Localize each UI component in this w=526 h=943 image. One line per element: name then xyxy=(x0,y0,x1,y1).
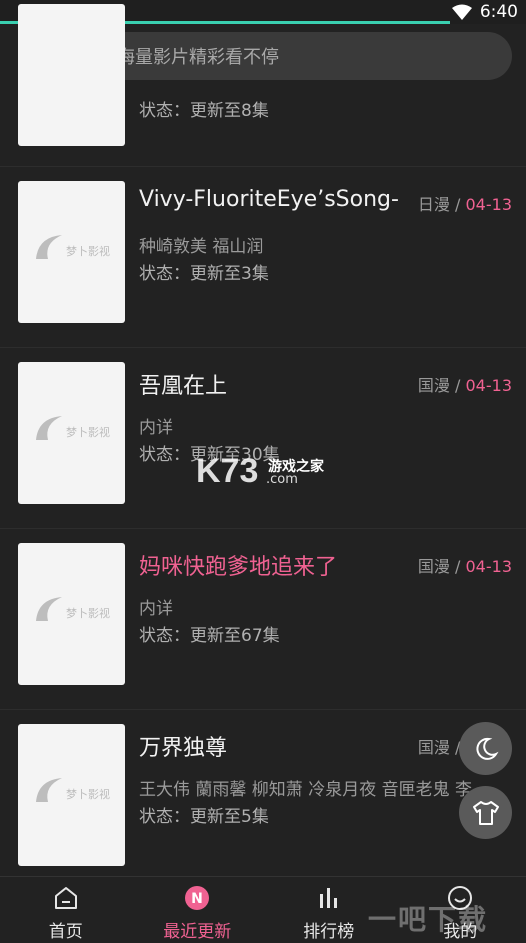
download-watermark: 一吧下载 xyxy=(368,898,488,938)
search-placeholder: 海量影片精彩看不停 xyxy=(117,43,279,69)
poster-image: 梦卜影视 xyxy=(18,362,125,504)
ranking-icon xyxy=(316,885,342,911)
item-cast: 内详 xyxy=(139,594,173,619)
wifi-icon xyxy=(452,4,472,20)
svg-text:梦卜影视: 梦卜影视 xyxy=(66,787,110,801)
status-icons: 6:40 xyxy=(452,2,518,22)
item-title[interactable]: Vivy-FluoriteEye’sSong- xyxy=(139,187,399,212)
new-badge-icon: N xyxy=(184,885,210,911)
night-mode-button[interactable] xyxy=(459,722,512,775)
nav-recent-updates[interactable]: N 最近更新 xyxy=(132,877,264,943)
item-status: 状态：更新至5集 xyxy=(139,802,269,827)
poster-image: 梦卜影视 xyxy=(18,181,125,323)
list-item[interactable]: 梦卜影视 妈咪快跑爹地追来了 国漫 / 04-13 内详 状态：更新至67集 xyxy=(0,529,526,710)
item-meta: 国漫 / 04-13 xyxy=(418,372,512,396)
poster-image: 梦卜影视 xyxy=(18,543,125,685)
list-item[interactable]: 梦卜影视 万界独尊 国漫 / 04-13 王大伟 蘭雨馨 柳知萧 冷泉月夜 音匣… xyxy=(0,710,526,891)
thumb-logo-icon: 梦卜影视 xyxy=(32,229,112,269)
svg-text:梦卜影视: 梦卜影视 xyxy=(66,244,110,258)
home-icon xyxy=(53,885,79,911)
shirt-icon xyxy=(472,800,500,826)
thumb-logo-icon: 梦卜影视 xyxy=(32,772,112,812)
item-title[interactable]: 万界独尊 xyxy=(139,730,227,762)
item-status: 状态：更新至67集 xyxy=(139,621,280,646)
item-status: 状态：更新至8集 xyxy=(139,96,269,121)
item-title[interactable]: 吾凰在上 xyxy=(139,368,227,400)
list-item[interactable]: 状态：更新至8集 xyxy=(0,90,526,167)
thumb-logo-icon: 梦卜影视 xyxy=(32,591,112,631)
svg-text:梦卜影视: 梦卜影视 xyxy=(66,606,110,620)
search-input[interactable]: 海量影片精彩看不停 xyxy=(65,32,512,80)
nav-home[interactable]: 首页 xyxy=(0,877,132,943)
status-time: 6:40 xyxy=(480,2,518,22)
moon-icon xyxy=(473,736,499,762)
poster-image xyxy=(18,4,125,146)
nav-label: 首页 xyxy=(49,917,83,942)
item-status: 状态：更新至3集 xyxy=(139,259,269,284)
item-title[interactable]: 妈咪快跑爹地追来了 xyxy=(139,549,337,581)
list-item[interactable]: 梦卜影视 吾凰在上 国漫 / 04-13 内详 状态：更新至30集 xyxy=(0,348,526,529)
update-list: 状态：更新至8集 梦卜影视 Vivy-FluoriteEye’sSong- 日漫… xyxy=(0,90,526,891)
k73-watermark: K73 xyxy=(196,452,258,491)
item-cast: 种崎敦美 福山润 xyxy=(139,232,263,257)
svg-text:N: N xyxy=(191,891,203,907)
svg-text:梦卜影视: 梦卜影视 xyxy=(66,425,110,439)
thumb-logo-icon: 梦卜影视 xyxy=(32,410,112,450)
poster-image: 梦卜影视 xyxy=(18,724,125,866)
k73-watermark-com: .com xyxy=(266,472,298,487)
nav-label: 排行榜 xyxy=(303,917,354,942)
item-meta: 日漫 / 04-13 xyxy=(418,191,512,215)
item-meta: 国漫 / 04-13 xyxy=(418,553,512,577)
item-cast: 王大伟 蘭雨馨 柳知萧 冷泉月夜 音匣老鬼 李... xyxy=(139,775,488,800)
list-item[interactable]: 梦卜影视 Vivy-FluoriteEye’sSong- 日漫 / 04-13 … xyxy=(0,167,526,348)
theme-skin-button[interactable] xyxy=(459,786,512,839)
nav-label: 最近更新 xyxy=(163,917,231,942)
item-cast: 内详 xyxy=(139,413,173,438)
